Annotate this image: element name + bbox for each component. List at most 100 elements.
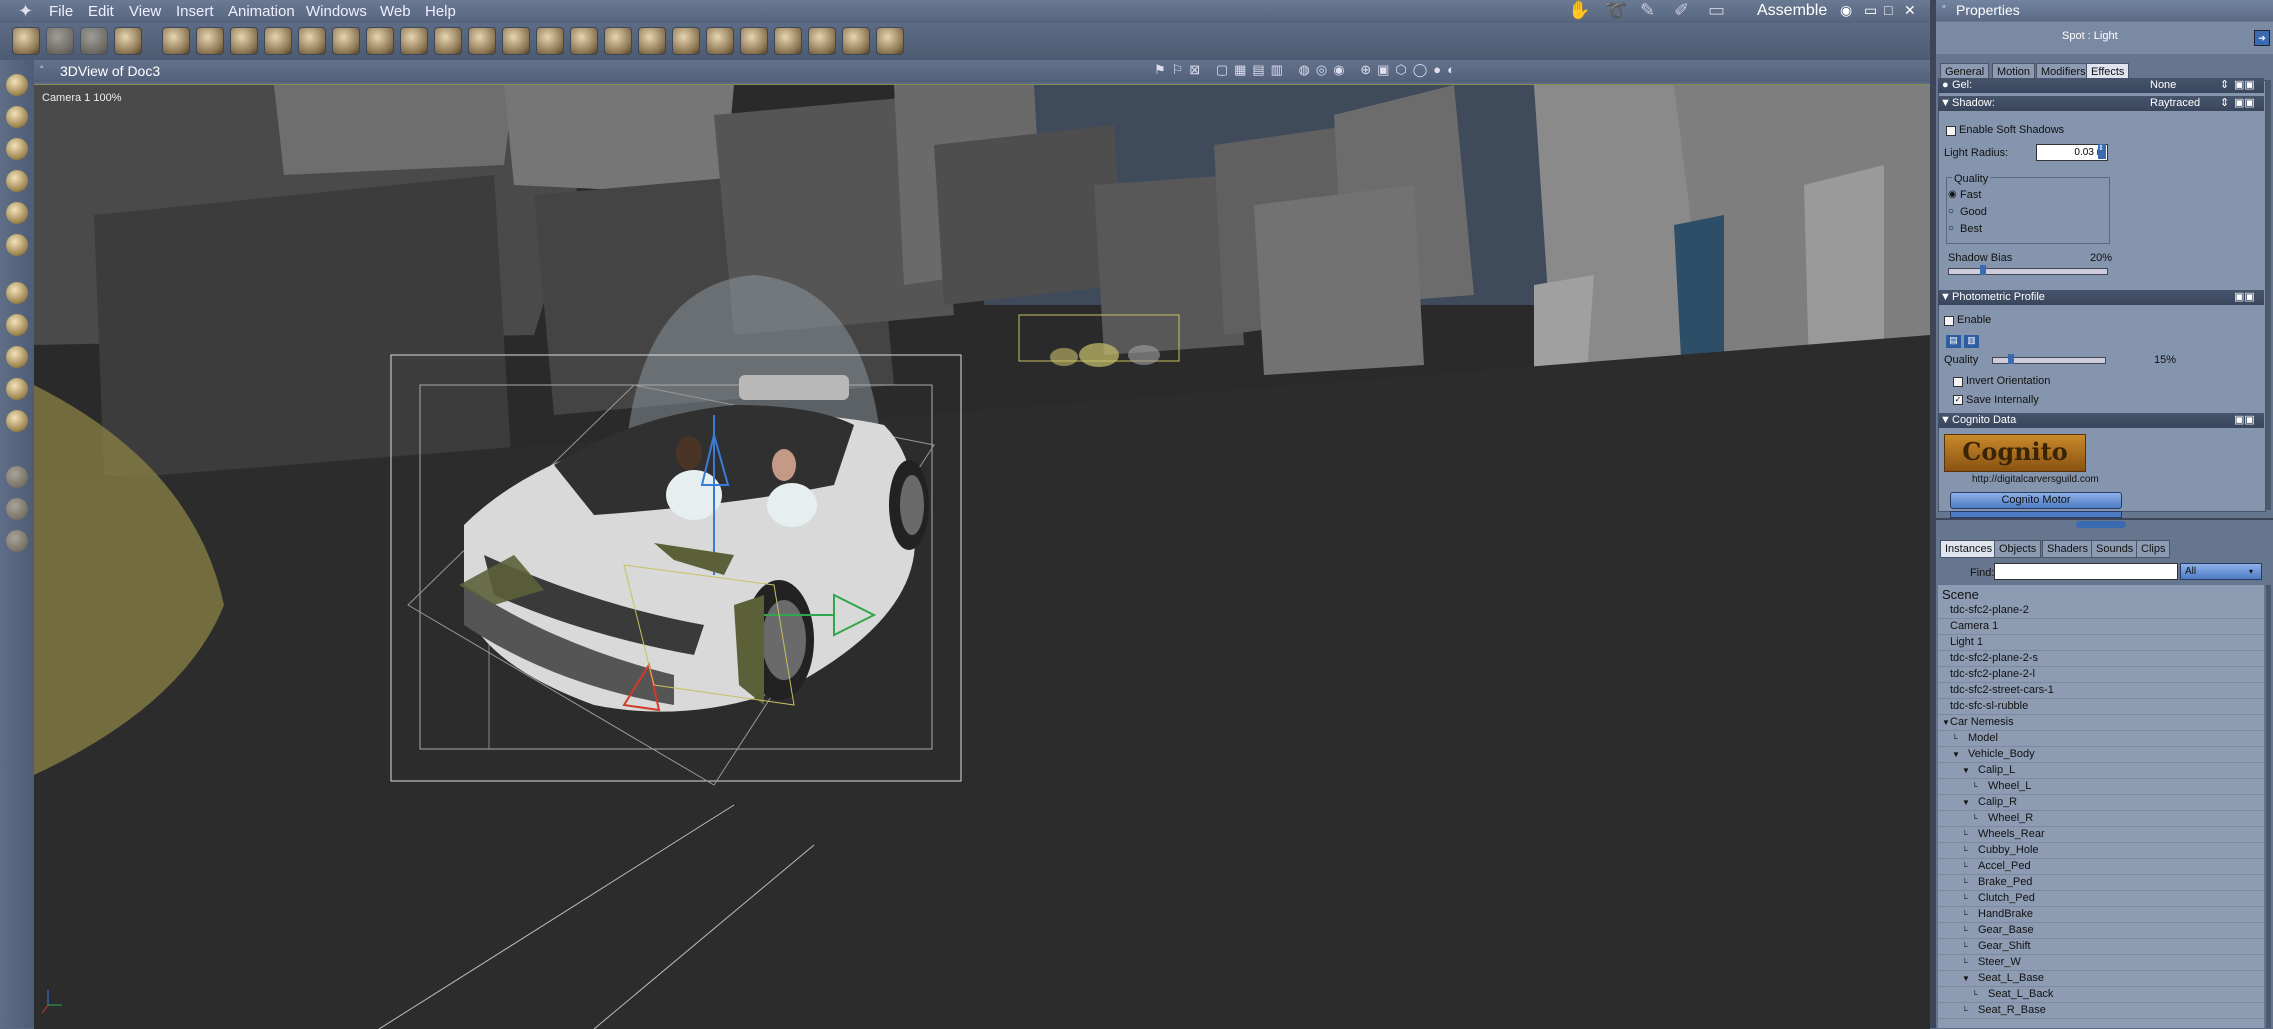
dropdown-icon[interactable]: ⇕	[2220, 78, 2229, 93]
help-icon[interactable]: ➔	[2254, 30, 2270, 46]
tab-instances[interactable]: Instances	[1940, 540, 1998, 558]
splitter-handle-icon[interactable]	[2076, 521, 2126, 528]
move-icon[interactable]	[6, 282, 28, 304]
tree-row[interactable]: └ Gear_Base	[1938, 923, 2264, 939]
select-object-icon[interactable]	[6, 106, 28, 128]
move-xz-icon[interactable]	[6, 314, 28, 336]
knife-icon[interactable]	[6, 202, 28, 224]
tree-row[interactable]: └ Wheel_L	[1938, 779, 2264, 795]
gel-value[interactable]: None	[2150, 78, 2176, 93]
menu-insert[interactable]: Insert	[176, 3, 214, 20]
panel-options-icon[interactable]: ▣▣	[2234, 290, 2255, 305]
select-arrow-icon[interactable]	[6, 74, 28, 96]
cognito-header[interactable]: ▼ Cognito Data ▣▣	[1938, 413, 2264, 428]
panel-options-icon[interactable]: ▣▣	[2234, 96, 2255, 111]
expand-icon[interactable]: ▼	[1942, 715, 1950, 730]
soft-shadows-checkbox[interactable]	[1946, 126, 1956, 136]
cognito-url[interactable]: http://digitalcarversguild.com	[1972, 474, 2099, 485]
tool-eraser-icon[interactable]	[114, 27, 142, 55]
tab-objects[interactable]: Objects	[1994, 540, 2042, 558]
tree-row[interactable]: ▼ Vehicle_Body	[1938, 747, 2264, 763]
tree-row[interactable]: Light 1	[1938, 635, 2264, 651]
photometric-header[interactable]: ▼ Photometric Profile ▣▣	[1938, 290, 2264, 305]
tree-scrollbar[interactable]	[2266, 585, 2271, 1028]
tree-row[interactable]: └ Accel_Ped	[1938, 859, 2264, 875]
tree-row[interactable]: └ Seat_R_Base	[1938, 1003, 2264, 1019]
3d-viewport[interactable]	[34, 84, 1930, 1029]
menu-file[interactable]: File	[49, 3, 73, 20]
expand-icon[interactable]: ▼	[1962, 795, 1970, 810]
menu-web[interactable]: Web	[380, 3, 411, 20]
dropdown-icon[interactable]: ⇕	[2220, 96, 2229, 111]
rotate-icon[interactable]	[6, 138, 28, 160]
cube-icon[interactable]	[6, 410, 28, 432]
tree-row[interactable]: tdc-sfc2-street-cars-1	[1938, 683, 2264, 699]
primitive-column-icon[interactable]	[196, 27, 224, 55]
primitive-terrain-icon[interactable]	[536, 27, 564, 55]
tab-clips[interactable]: Clips	[2136, 540, 2171, 558]
spinner-icon[interactable]: ⇕	[2098, 144, 2106, 159]
minimize-icon[interactable]: ▭	[1864, 2, 1877, 19]
primitive-text-icon[interactable]	[332, 27, 360, 55]
tree-row[interactable]: └ Model	[1938, 731, 2264, 747]
primitive-rock-icon[interactable]	[706, 27, 734, 55]
cognito-next-button[interactable]	[1950, 511, 2122, 518]
open-profile-icon[interactable]: ▤	[1946, 335, 1961, 348]
tree-row[interactable]: ▼ Calip_R	[1938, 795, 2264, 811]
primitive-figure-icon[interactable]	[638, 27, 666, 55]
photometric-quality-thumb[interactable]	[2008, 354, 2014, 364]
tool-brush-icon[interactable]	[80, 27, 108, 55]
expand-icon[interactable]: ▼	[1962, 763, 1970, 778]
primitive-plane-icon[interactable]	[434, 27, 462, 55]
camera-label[interactable]: Camera 1 100%	[42, 92, 122, 104]
panel-splitter[interactable]	[1936, 518, 2273, 520]
shadow-row[interactable]: ▼ Shadow: Raytraced ⇕ ▣▣	[1938, 96, 2264, 111]
quality-best[interactable]: Best	[1960, 223, 1982, 235]
primitive-bone-icon[interactable]	[876, 27, 904, 55]
menu-windows[interactable]: Windows	[306, 3, 367, 20]
primitive-star-icon[interactable]	[400, 27, 428, 55]
photometric-enable-checkbox[interactable]	[1944, 316, 1954, 326]
collapse-icon[interactable]: ▼	[1940, 290, 1951, 305]
tree-row[interactable]: └ Steer_W	[1938, 955, 2264, 971]
panel-options-icon[interactable]: ▣▣	[2234, 78, 2255, 93]
invert-orientation-checkbox[interactable]	[1953, 377, 1963, 387]
pin-icon[interactable]: ◦	[1942, 1, 1946, 13]
tree-row[interactable]: └ Gear_Shift	[1938, 939, 2264, 955]
rotate-xyz-icon[interactable]	[6, 378, 28, 400]
close-icon[interactable]: ✕	[1904, 2, 1916, 19]
primitive-house-icon[interactable]	[604, 27, 632, 55]
radio-fast-icon[interactable]: ◉	[1948, 189, 1957, 200]
tree-row[interactable]: tdc-sfc-sl-rubble	[1938, 699, 2264, 715]
tab-sounds[interactable]: Sounds	[2091, 540, 2139, 558]
tree-row[interactable]: ▼ Car Nemesis	[1938, 715, 2264, 731]
view-icon[interactable]: ◉	[1840, 2, 1852, 19]
collapse-icon[interactable]: ▼	[1940, 413, 1951, 428]
primitive-torus-icon[interactable]	[298, 27, 326, 55]
primitive-cloud-icon[interactable]	[672, 27, 700, 55]
menu-view[interactable]: View	[129, 3, 161, 20]
primitive-agi-icon[interactable]	[570, 27, 598, 55]
find-input[interactable]	[1994, 563, 2178, 580]
primitive-sphere-icon[interactable]	[162, 27, 190, 55]
radio-good-icon[interactable]: ○	[1948, 206, 1954, 217]
primitive-hammer-icon[interactable]	[740, 27, 768, 55]
primitive-gear-icon[interactable]	[366, 27, 394, 55]
tree-row[interactable]: tdc-sfc2-plane-2-s	[1938, 651, 2264, 667]
tree-row[interactable]: Camera 1	[1938, 619, 2264, 635]
tab-shaders[interactable]: Shaders	[2042, 540, 2093, 558]
paint-icon[interactable]	[6, 234, 28, 256]
tree-row[interactable]: └ Seat_L_Back	[1938, 987, 2264, 1003]
quality-good[interactable]: Good	[1960, 206, 1987, 218]
primitive-target-icon[interactable]	[842, 27, 870, 55]
menu-help[interactable]: Help	[425, 3, 456, 20]
expand-icon[interactable]: ▼	[1952, 747, 1960, 762]
lasso-icon[interactable]: ➰	[1605, 0, 1627, 21]
scene-label[interactable]: Scene	[1942, 587, 1979, 602]
camera-icon[interactable]	[6, 466, 28, 488]
zoom-icon[interactable]	[6, 530, 28, 552]
primitive-globe-icon[interactable]	[230, 27, 258, 55]
hand-tool-icon[interactable]: ✋	[1568, 0, 1590, 21]
pan-hand-icon[interactable]	[6, 498, 28, 520]
tree-row[interactable]: └ Brake_Ped	[1938, 875, 2264, 891]
